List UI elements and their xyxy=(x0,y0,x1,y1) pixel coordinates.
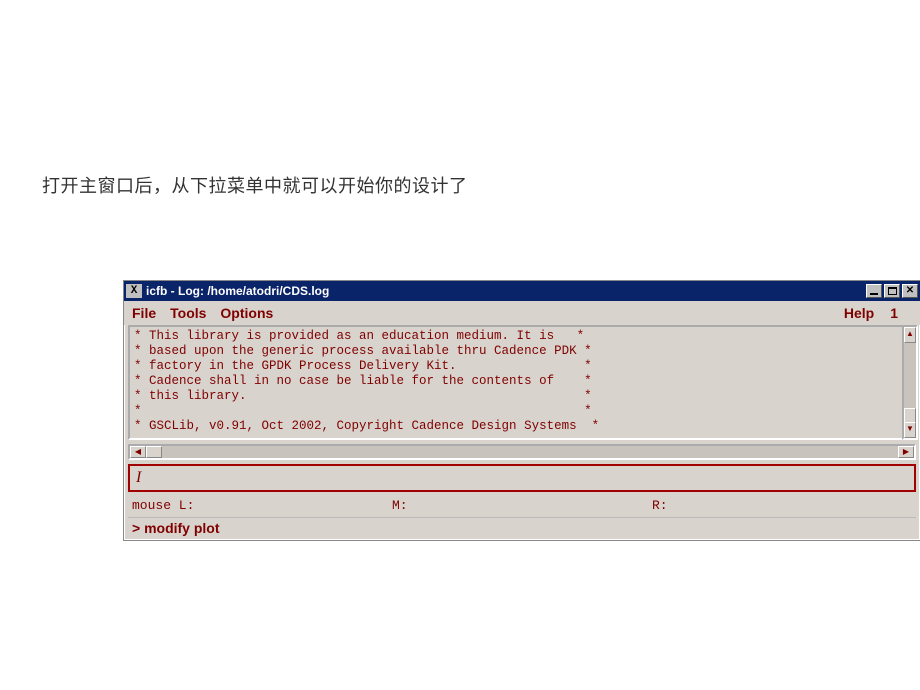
app-x-icon: X xyxy=(126,284,142,298)
instruction-text: 打开主窗口后，从下拉菜单中就可以开始你的设计了 xyxy=(42,172,468,198)
hscroll-thumb[interactable] xyxy=(146,446,162,458)
log-output[interactable]: * This library is provided as an educati… xyxy=(128,325,916,440)
window-title: icfb - Log: /home/atodri/CDS.log xyxy=(146,284,866,298)
menu-counter: 1 xyxy=(890,305,898,321)
scroll-up-icon[interactable]: ▲ xyxy=(904,327,916,343)
menu-tools[interactable]: Tools xyxy=(170,305,206,321)
menu-file[interactable]: File xyxy=(132,305,156,321)
mouse-status-row: mouse L: M: R: xyxy=(128,496,916,515)
icfb-log-window: X icfb - Log: /home/atodri/CDS.log ✕ Fil… xyxy=(123,280,920,541)
vertical-scrollbar[interactable]: ▲ ▼ xyxy=(902,325,918,440)
minimize-button[interactable] xyxy=(866,284,882,298)
scroll-right-icon[interactable]: ▶ xyxy=(898,446,914,458)
scroll-left-icon[interactable]: ◀ xyxy=(130,446,146,458)
log-frame: * This library is provided as an educati… xyxy=(128,325,916,440)
menu-bar: File Tools Options Help 1 xyxy=(124,301,920,325)
mouse-r-label: R: xyxy=(652,498,912,513)
close-button[interactable]: ✕ xyxy=(902,284,918,298)
status-text: > modify plot xyxy=(128,517,916,538)
scroll-down-icon[interactable]: ▼ xyxy=(904,422,916,438)
menu-options[interactable]: Options xyxy=(220,305,273,321)
maximize-button[interactable] xyxy=(884,284,900,298)
text-caret: I xyxy=(136,469,141,487)
horizontal-scrollbar[interactable]: ◀ ▶ xyxy=(128,444,916,460)
title-bar[interactable]: X icfb - Log: /home/atodri/CDS.log ✕ xyxy=(124,281,920,301)
menu-help[interactable]: Help xyxy=(844,305,874,321)
command-input[interactable]: I xyxy=(128,464,916,492)
mouse-m-label: M: xyxy=(392,498,652,513)
mouse-l-label: mouse L: xyxy=(132,498,392,513)
window-controls: ✕ xyxy=(866,284,918,298)
